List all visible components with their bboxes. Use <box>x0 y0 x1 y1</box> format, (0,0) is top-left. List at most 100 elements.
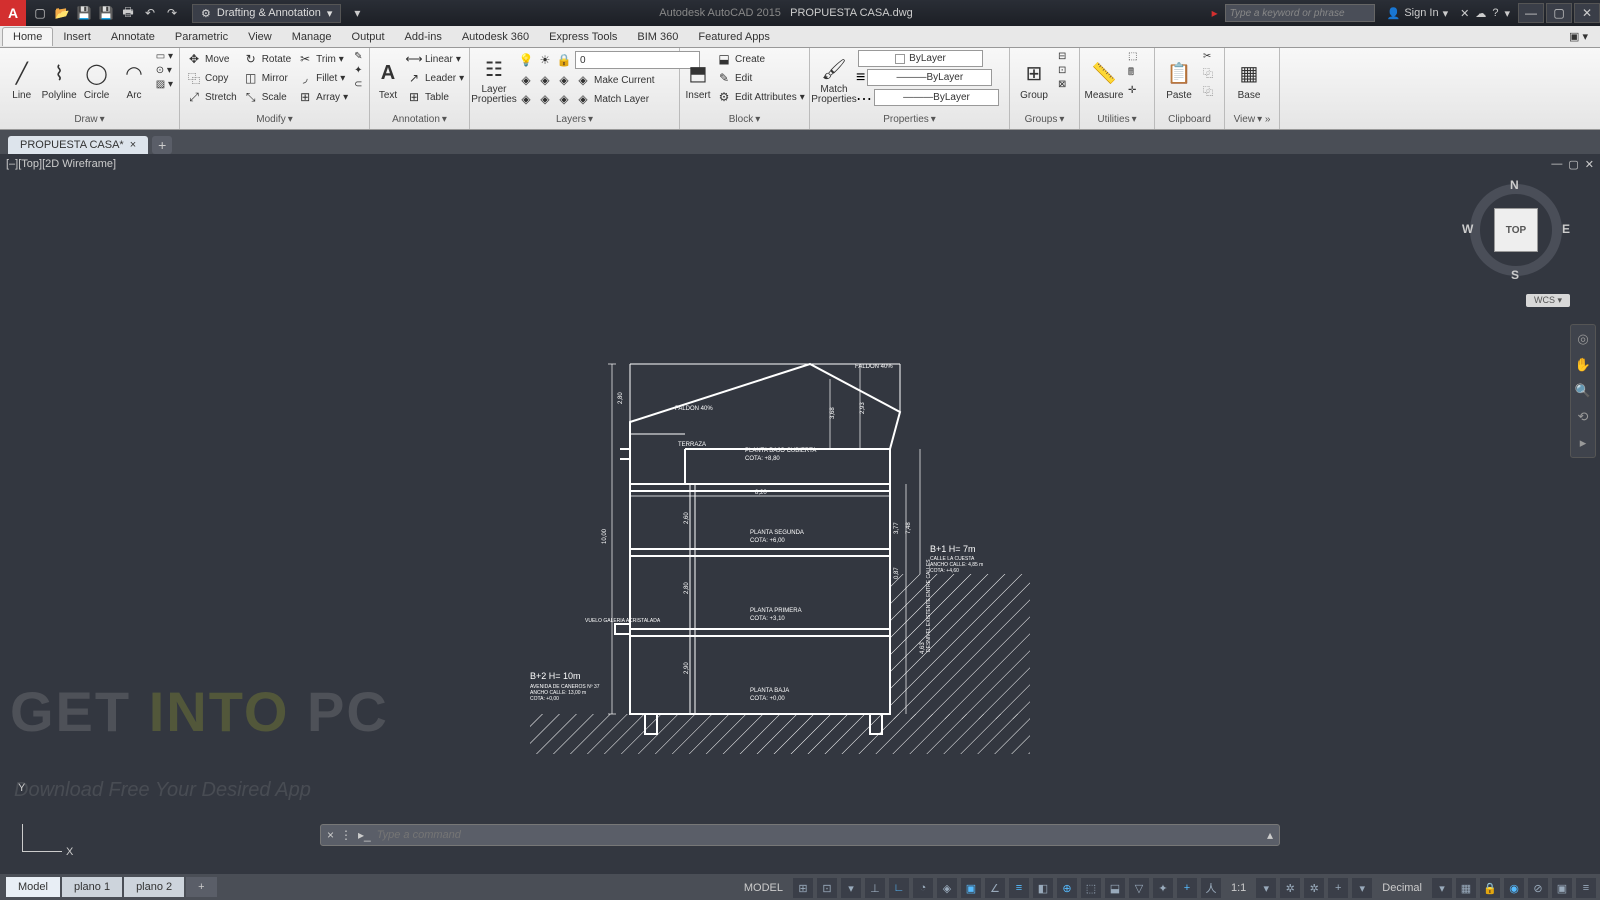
grid-icon[interactable]: ⊞ <box>793 878 813 898</box>
tab-home[interactable]: Home <box>2 27 53 46</box>
lweight-icon[interactable]: ≡ <box>856 69 865 87</box>
calc-icon[interactable]: 🖩 <box>1126 64 1139 83</box>
circle-button[interactable]: ◯Circle <box>79 50 114 110</box>
viewcube-top[interactable]: TOP <box>1494 208 1538 252</box>
layout-add-button[interactable]: + <box>186 877 216 897</box>
wcs-badge[interactable]: WCS ▾ <box>1526 294 1570 307</box>
ltype-icon[interactable]: ⋯ <box>856 89 872 109</box>
bulb-icon[interactable]: 💡 <box>518 52 534 68</box>
viewcube-n[interactable]: N <box>1510 178 1519 192</box>
command-line[interactable]: × ⋮ ▸_ ▴ <box>320 824 1280 846</box>
table-button[interactable]: ⊞Table <box>404 88 466 106</box>
qat-more-icon[interactable]: ▾ <box>347 3 367 23</box>
spline-icon[interactable]: ⊙ ▾ <box>154 64 175 77</box>
units-dd-icon[interactable]: ▾ <box>1432 878 1452 898</box>
leader-button[interactable]: ↗Leader ▾ <box>404 69 466 87</box>
explode-icon[interactable]: ✦ <box>352 64 364 77</box>
ortho-icon[interactable]: ∟ <box>889 878 909 898</box>
clean-icon[interactable]: ▣ <box>1552 878 1572 898</box>
scale-dd-icon[interactable]: ▾ <box>1256 878 1276 898</box>
layout-tab-model[interactable]: Model <box>6 877 60 897</box>
groupedit-icon[interactable]: ⊡ <box>1056 64 1068 77</box>
polar-icon[interactable]: ◔ <box>913 878 933 898</box>
rect-icon[interactable]: ▭ ▾ <box>154 50 175 63</box>
maximize-button[interactable]: ▢ <box>1546 3 1572 23</box>
osnap-icon[interactable]: ▣ <box>961 878 981 898</box>
viewcube-e[interactable]: E <box>1562 222 1570 236</box>
search-input[interactable]: Type a keyword or phrase <box>1225 4 1375 22</box>
viewport-label[interactable]: [–][Top][2D Wireframe] <box>6 158 116 170</box>
tab-view[interactable]: View <box>238 28 282 46</box>
insert-button[interactable]: ⬒Insert <box>684 50 712 110</box>
groupbox-icon[interactable]: ⊠ <box>1056 78 1068 91</box>
cycling-icon[interactable]: ⊕ <box>1057 878 1077 898</box>
help-icon[interactable]: ? <box>1492 7 1498 20</box>
move-button[interactable]: ✥Move <box>184 50 239 68</box>
select-icon[interactable]: ⬚ <box>1126 50 1139 63</box>
modelspace-button[interactable]: MODEL <box>738 882 789 894</box>
viewcube[interactable]: TOP N S E W <box>1456 170 1576 290</box>
erase-icon[interactable]: ✎ <box>352 50 364 63</box>
infer-icon[interactable]: ⊥ <box>865 878 885 898</box>
group-button[interactable]: ⊞Group <box>1014 50 1054 110</box>
copy-icon[interactable]: ⿻ <box>1201 64 1215 81</box>
fillet-button[interactable]: ◞Fillet ▾ <box>295 69 350 87</box>
copy-button[interactable]: ⿻Copy <box>184 69 239 87</box>
signin-button[interactable]: 👤 Sign In ▾ <box>1381 7 1454 20</box>
create-button[interactable]: ⬓Create <box>714 50 807 68</box>
layout-tab-2[interactable]: plano 2 <box>124 877 184 897</box>
workspace-icon[interactable]: + <box>1328 878 1348 898</box>
lock-icon[interactable]: 🔒 <box>556 52 572 68</box>
dyn-ucs-icon[interactable]: ⬓ <box>1105 878 1125 898</box>
color-dropdown[interactable]: ByLayer <box>858 50 983 67</box>
ribbon-collapse-icon[interactable]: ▣ ▾ <box>1559 27 1598 46</box>
cmd-handle-icon[interactable]: ⋮ <box>340 828 352 842</box>
linetype-dropdown[interactable]: ——— ByLayer <box>874 89 999 106</box>
polyline-button[interactable]: ⌇Polyline <box>41 50 76 110</box>
app-icon[interactable]: A <box>0 0 26 26</box>
tab-express[interactable]: Express Tools <box>539 28 627 46</box>
ws-dd-icon[interactable]: ▾ <box>1352 878 1372 898</box>
iso-icon[interactable]: ◈ <box>937 878 957 898</box>
saveas-icon[interactable]: 💾 <box>96 3 116 23</box>
cmd-expand-icon[interactable]: ▴ <box>1267 828 1273 842</box>
linear-button[interactable]: ⟷Linear ▾ <box>404 50 466 68</box>
steering-icon[interactable]: ◎ <box>1573 329 1593 349</box>
command-input[interactable] <box>377 829 1261 841</box>
text-button[interactable]: AText <box>374 50 402 110</box>
lweight-icon[interactable]: ≡ <box>1009 878 1029 898</box>
tab-featured[interactable]: Featured Apps <box>688 28 780 46</box>
close-icon[interactable]: × <box>130 139 136 151</box>
cut-icon[interactable]: ✂ <box>1201 50 1215 63</box>
layout-tab-1[interactable]: plano 1 <box>62 877 122 897</box>
hardware-icon[interactable]: ◉ <box>1504 878 1524 898</box>
search-icon[interactable]: ▸ <box>1205 3 1225 23</box>
new-icon[interactable]: ▢ <box>30 3 50 23</box>
rotate-button[interactable]: ↻Rotate <box>241 50 293 68</box>
document-tab[interactable]: PROPUESTA CASA*× <box>8 136 148 154</box>
hatch-icon[interactable]: ▨ ▾ <box>154 78 175 91</box>
open-icon[interactable]: 📂 <box>52 3 72 23</box>
undo-icon[interactable]: ↶ <box>140 3 160 23</box>
gizmo-icon[interactable]: ✦ <box>1153 878 1173 898</box>
matchlayer-button[interactable]: ◈◈◈◈Match Layer <box>516 90 702 108</box>
filter-icon[interactable]: ▽ <box>1129 878 1149 898</box>
cmd-close-icon[interactable]: × <box>327 828 334 842</box>
paste-button[interactable]: 📋Paste <box>1159 50 1199 110</box>
pan-icon[interactable]: ✋ <box>1573 355 1593 375</box>
transparency-icon[interactable]: ◧ <box>1033 878 1053 898</box>
scale-button[interactable]: ⤡Scale <box>241 88 293 106</box>
editattr-button[interactable]: ⚙Edit Attributes ▾ <box>714 88 807 106</box>
stretch-button[interactable]: ⤢Stretch <box>184 88 239 106</box>
vp-close-icon[interactable]: ✕ <box>1585 158 1594 171</box>
showmotion-icon[interactable]: ▸ <box>1573 433 1593 453</box>
annoscale-icon[interactable]: 人 <box>1201 878 1221 898</box>
tab-a360[interactable]: Autodesk 360 <box>452 28 539 46</box>
mirror-button[interactable]: ◫Mirror <box>241 69 293 87</box>
layerprops-button[interactable]: ☷Layer Properties <box>474 50 514 110</box>
workspace-dropdown[interactable]: ⚙ Drafting & Annotation ▾ <box>192 4 341 23</box>
isolate-icon[interactable]: ⊘ <box>1528 878 1548 898</box>
lineweight-dropdown[interactable]: ——— ByLayer <box>867 69 992 86</box>
snap-icon[interactable]: ⊡ <box>817 878 837 898</box>
tab-annotate[interactable]: Annotate <box>101 28 165 46</box>
